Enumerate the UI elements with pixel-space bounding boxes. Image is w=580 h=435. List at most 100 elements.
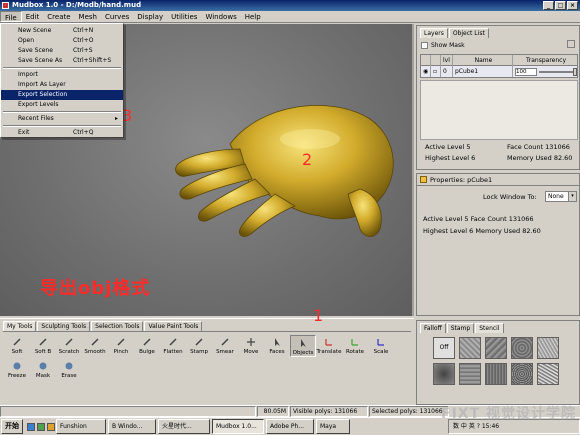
panel-options-icon[interactable] <box>567 40 575 48</box>
tool-label: Move <box>243 349 259 355</box>
stencil-swatch[interactable] <box>433 363 455 385</box>
menu-windows[interactable]: Windows <box>201 11 240 22</box>
menu-help[interactable]: Help <box>241 11 265 22</box>
stencil-swatch[interactable] <box>459 337 481 359</box>
window-title: Mudbox 1.0 - D:/Modb/hand.mud <box>12 1 142 9</box>
translate-icon <box>325 339 332 346</box>
cursor-icon <box>301 339 306 347</box>
tool-rotate[interactable]: Rotate <box>342 337 368 355</box>
menu-item-save-scene-as[interactable]: Save Scene As Ctrl+Shift+S <box>1 56 123 66</box>
taskbar-photoshop[interactable]: Adobe Ph... <box>266 419 314 434</box>
stencil-swatch[interactable] <box>511 363 533 385</box>
stencil-swatch[interactable] <box>537 337 559 359</box>
sphere-icon <box>13 362 21 370</box>
tool-objects[interactable]: Objects <box>290 335 316 357</box>
maximize-button[interactable]: □ <box>555 1 566 10</box>
lock-window-select[interactable]: None ▾ <box>545 191 577 202</box>
tool-soft-b[interactable]: Soft B <box>30 337 56 355</box>
menu-item-exit[interactable]: Exit Ctrl+Q <box>1 128 123 138</box>
tab-stencil[interactable]: Stencil <box>475 323 504 333</box>
brush-icon <box>143 338 151 346</box>
tab-selection-tools[interactable]: Selection Tools <box>91 321 144 331</box>
stencil-swatch[interactable] <box>459 363 481 385</box>
tool-scratch[interactable]: Scratch <box>56 337 82 355</box>
taskbar-windows-folder[interactable]: B Windo... <box>108 419 156 434</box>
stencil-swatch[interactable] <box>511 337 533 359</box>
menu-item-import[interactable]: Import <box>1 70 123 80</box>
menu-mesh[interactable]: Mesh <box>75 11 101 22</box>
menu-file[interactable]: File <box>0 11 22 22</box>
menu-item-export-levels[interactable]: Export Levels <box>1 100 123 110</box>
quicklaunch-ie-icon[interactable] <box>27 422 35 431</box>
tab-my-tools[interactable]: My Tools <box>3 321 37 331</box>
stencil-off-button[interactable]: Off <box>433 337 455 359</box>
tool-label: Soft <box>11 349 23 355</box>
menu-item-save-scene[interactable]: Save Scene Ctrl+S <box>1 46 123 56</box>
chevron-down-icon: ▾ <box>568 192 576 201</box>
tool-stamp[interactable]: Stamp <box>186 337 212 355</box>
stencil-swatch[interactable] <box>485 363 507 385</box>
tool-freeze[interactable]: Freeze <box>4 361 30 379</box>
transparency-slider[interactable] <box>539 67 577 76</box>
menu-item-import-as-layer[interactable]: Import As Layer <box>1 80 123 90</box>
tool-erase[interactable]: Erase <box>56 361 82 379</box>
highest-level-text: Highest Level 6 <box>425 154 476 162</box>
taskbar-browser[interactable]: 火星时代... <box>158 419 210 434</box>
menu-item-export-selection[interactable]: Export Selection <box>1 90 123 100</box>
tool-smooth[interactable]: Smooth <box>82 337 108 355</box>
show-mask-checkbox[interactable] <box>421 42 428 49</box>
tab-value-paint-tools[interactable]: Value Paint Tools <box>144 321 203 331</box>
brush-icon <box>13 338 21 346</box>
menu-item-open[interactable]: Open Ctrl+O <box>1 36 123 46</box>
tool-move[interactable]: Move <box>238 337 264 355</box>
taskbar-maya[interactable]: Maya <box>316 419 350 434</box>
close-button[interactable]: × <box>567 1 578 10</box>
properties-line-2: Highest Level 6 Memory Used 82.60 <box>423 227 541 235</box>
tab-layers[interactable]: Layers <box>420 28 448 38</box>
app-icon <box>2 2 9 9</box>
tool-flatten[interactable]: Flatten <box>160 337 186 355</box>
tool-mask[interactable]: Mask <box>30 361 56 379</box>
stencil-panel: Falloff Stamp Stencil Off <box>416 320 580 405</box>
taskbar-mudbox[interactable]: Mudbox 1.0... <box>212 419 264 434</box>
quicklaunch-media-icon[interactable] <box>47 422 55 431</box>
minimize-button[interactable]: _ <box>543 1 554 10</box>
brush-icon <box>221 338 229 346</box>
tool-smear[interactable]: Smear <box>212 337 238 355</box>
stencil-swatch[interactable] <box>537 363 559 385</box>
start-button[interactable]: 开始 <box>1 419 23 434</box>
tab-sculpting-tools[interactable]: Sculpting Tools <box>37 321 91 331</box>
tool-label: Flatten <box>163 349 183 355</box>
tool-faces[interactable]: Faces <box>264 337 290 355</box>
menu-utilities[interactable]: Utilities <box>167 11 201 22</box>
layer-level: 0 <box>441 66 453 77</box>
taskbar-funshion[interactable]: Funshion <box>56 419 106 434</box>
layer-name: pCube1 <box>453 66 513 77</box>
tool-soft[interactable]: Soft <box>4 337 30 355</box>
move-icon <box>247 338 255 346</box>
show-mask-label: Show Mask <box>431 42 465 49</box>
menu-display[interactable]: Display <box>133 11 167 22</box>
lock-icon[interactable]: ▫ <box>431 66 441 77</box>
quicklaunch-desktop-icon[interactable] <box>37 422 45 431</box>
menu-item-shortcut: Ctrl+N <box>73 27 94 34</box>
tool-translate[interactable]: Translate <box>316 337 342 355</box>
stencil-swatch[interactable] <box>485 337 507 359</box>
memory-indicator: 80.05M <box>257 406 289 417</box>
menu-edit[interactable]: Edit <box>22 11 44 22</box>
menu-curves[interactable]: Curves <box>101 11 133 22</box>
menu-item-label: Import As Layer <box>18 81 66 88</box>
menu-create[interactable]: Create <box>43 11 74 22</box>
menu-item-new-scene[interactable]: New Scene Ctrl+N <box>1 26 123 36</box>
tool-pinch[interactable]: Pinch <box>108 337 134 355</box>
tool-scale[interactable]: Scale <box>368 337 394 355</box>
tab-stamp[interactable]: Stamp <box>446 323 475 333</box>
hand-model[interactable] <box>170 94 410 244</box>
transparency-input[interactable]: 100 <box>515 67 537 76</box>
eye-icon[interactable]: ◉ <box>421 66 431 77</box>
tab-falloff[interactable]: Falloff <box>420 323 446 333</box>
tab-object-list[interactable]: Object List <box>448 28 489 38</box>
layer-row[interactable]: ◉ ▫ 0 pCube1 100 <box>421 66 577 77</box>
tool-bulge[interactable]: Bulge <box>134 337 160 355</box>
menu-item-recent-files[interactable]: Recent Files ▸ <box>1 114 123 124</box>
